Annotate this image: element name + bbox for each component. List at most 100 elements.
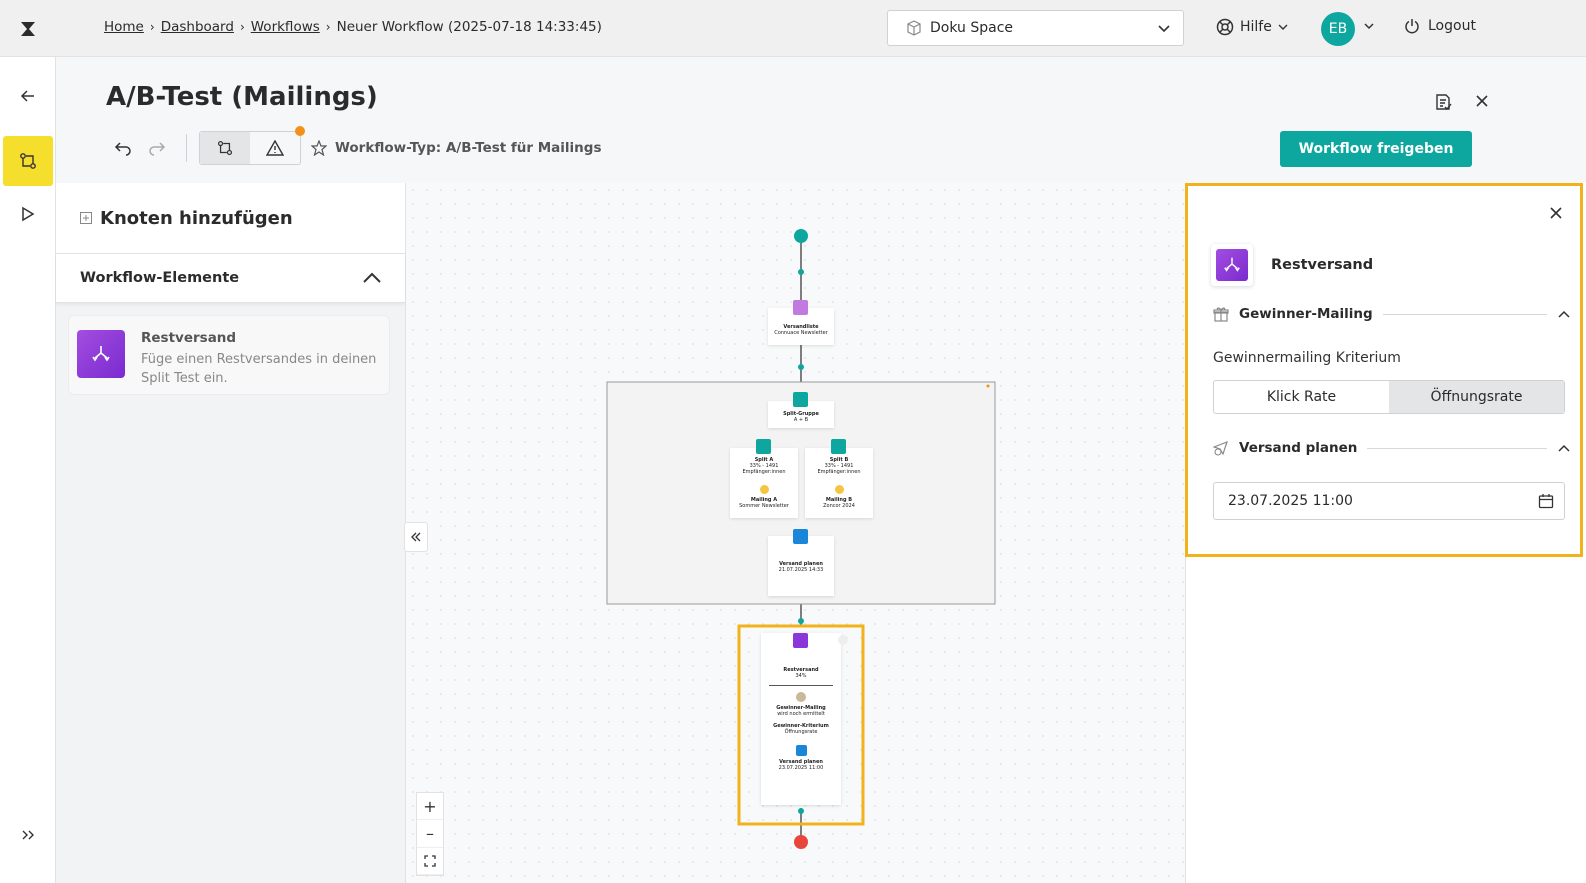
- winner-section-title: Gewinner-Mailing: [1239, 306, 1373, 322]
- chevron-right-icon: ›: [325, 20, 331, 34]
- list-node[interactable]: Versandliste Connuace Newsletter: [768, 300, 834, 345]
- send-clock-icon: [1213, 440, 1228, 456]
- collapse-panel-button[interactable]: [404, 522, 428, 552]
- mailing-a-sub: Sommer Newsletter: [739, 503, 789, 509]
- undo-button[interactable]: [106, 131, 140, 165]
- connector-dot[interactable]: [798, 269, 804, 275]
- breadcrumb-dashboard[interactable]: Dashboard: [161, 19, 234, 35]
- split-icon: [77, 330, 125, 378]
- node-library-panel: Knoten hinzufügen Workflow-Elemente Rest…: [56, 183, 406, 883]
- split-b-icon: [831, 439, 846, 454]
- connector-dot[interactable]: [798, 364, 804, 370]
- logout-button[interactable]: Logout: [1404, 18, 1476, 34]
- breadcrumb-workflows[interactable]: Workflows: [251, 19, 320, 35]
- workflow-elements-section[interactable]: Workflow-Elemente: [56, 254, 405, 303]
- chevron-right-icon: ›: [239, 20, 245, 34]
- warning-icon: [266, 140, 284, 156]
- toolbar-divider: [186, 134, 187, 162]
- end-node[interactable]: [794, 835, 808, 849]
- close-icon[interactable]: [1548, 205, 1564, 221]
- criterion-toggle: Klick Rate Öffnungsrate: [1213, 380, 1565, 414]
- split-icon: [793, 633, 808, 648]
- power-icon: [1405, 19, 1419, 34]
- app-logo[interactable]: [0, 0, 56, 57]
- chevron-down-icon: [1158, 25, 1170, 33]
- workflow-nav-button[interactable]: [3, 136, 53, 186]
- split-icon: [1211, 244, 1253, 286]
- fit-view-button[interactable]: [417, 848, 443, 875]
- chevron-down-icon: [1278, 24, 1288, 30]
- split-group-node[interactable]: Split-Gruppe A + B: [768, 392, 834, 428]
- space-select-value: Doku Space: [930, 20, 1014, 36]
- release-workflow-button[interactable]: Workflow freigeben: [1280, 131, 1472, 167]
- schedule-section-title: Versand planen: [1239, 440, 1358, 456]
- rest-schedule-sub: 23.07.2025 11:00: [778, 765, 824, 771]
- rest-winner-sub: wird noch ermittelt: [777, 711, 825, 717]
- restversand-node[interactable]: Restversand 34% Gewinner-Mailing wird no…: [761, 633, 848, 805]
- avatar[interactable]: EB: [1321, 12, 1355, 46]
- warnings-button[interactable]: [250, 132, 300, 164]
- card-description: Füge einen Restversandes in deinen Split…: [141, 352, 377, 386]
- close-icon[interactable]: [1474, 93, 1490, 109]
- space-select[interactable]: Doku Space: [887, 10, 1184, 46]
- trash-icon[interactable]: [838, 635, 848, 645]
- winner-mailing-section[interactable]: Gewinner-Mailing: [1213, 306, 1571, 322]
- view-toggle: [199, 126, 305, 165]
- start-node[interactable]: [794, 229, 808, 243]
- mailing-icon: [759, 485, 769, 494]
- help-label: Hilfe: [1240, 19, 1272, 35]
- schedule-section[interactable]: Versand planen: [1213, 440, 1571, 456]
- help-menu[interactable]: Hilfe: [1216, 18, 1288, 36]
- rest-criterion-sub: Öffnungsrate: [784, 729, 818, 735]
- back-button[interactable]: [3, 71, 53, 121]
- chevrons-left-icon: [411, 532, 421, 542]
- git-compare-icon: [20, 153, 36, 169]
- workflow-canvas[interactable]: Versandliste Connuace Newsletter Split-G…: [406, 183, 1185, 883]
- mailing-icon: [834, 485, 844, 494]
- connector-dot[interactable]: [798, 618, 804, 624]
- split-b-node[interactable]: Split B 33% - 1491 Empfänger:innen Maili…: [805, 439, 873, 518]
- chevron-up-icon: [1558, 310, 1570, 318]
- redo-button[interactable]: [140, 131, 174, 165]
- node-library-header: Knoten hinzufügen: [56, 183, 405, 254]
- save-icon[interactable]: [1434, 93, 1452, 111]
- rest-percent: 34%: [795, 673, 807, 679]
- top-bar: Home › Dashboard › Workflows › Neuer Wor…: [0, 0, 1586, 57]
- arrow-left-icon: [20, 90, 34, 102]
- expand-rail-button[interactable]: [3, 810, 53, 860]
- workflow-header: A/B-Test (Mailings) Workflow-Typ: A/B-Te…: [56, 57, 1586, 183]
- split-a-line2: Empfänger:innen: [742, 469, 786, 475]
- chevrons-right-icon: [22, 830, 34, 840]
- calendar-icon[interactable]: [1538, 493, 1554, 509]
- restversand-node-card[interactable]: Restversand Füge einen Restversandes in …: [68, 315, 390, 395]
- properties-title-label: Restversand: [1271, 257, 1374, 273]
- star-icon[interactable]: [311, 140, 327, 156]
- option-open-rate[interactable]: Öffnungsrate: [1389, 381, 1564, 413]
- schedule-date-input[interactable]: 23.07.2025 11:00: [1213, 482, 1565, 520]
- zoom-out-button[interactable]: –: [417, 820, 443, 848]
- split-a-node[interactable]: Split A 33% - 1491 Empfänger:innen Maili…: [730, 439, 798, 518]
- chevron-down-icon[interactable]: [1363, 20, 1375, 32]
- criterion-label: Gewinnermailing Kriterium: [1213, 350, 1401, 366]
- zoom-in-button[interactable]: +: [417, 793, 443, 821]
- logout-label: Logout: [1428, 18, 1476, 34]
- card-title: Restversand: [141, 330, 237, 346]
- schedule-node[interactable]: Versand planen 21.07.2025 14:33: [768, 529, 834, 596]
- option-click-rate[interactable]: Klick Rate: [1214, 381, 1389, 413]
- run-button[interactable]: [3, 189, 53, 239]
- split-a-icon: [756, 439, 771, 454]
- connector-dot[interactable]: [798, 808, 804, 814]
- plus-square-icon: [80, 212, 92, 224]
- node-library-title: Knoten hinzufügen: [100, 207, 293, 229]
- workflow-type: Workflow-Typ: A/B-Test für Mailings: [311, 140, 602, 156]
- redo-icon: [149, 142, 166, 156]
- properties-title: Restversand: [1211, 244, 1373, 286]
- page-title: A/B-Test (Mailings): [106, 82, 378, 112]
- list-node-sub: Connuace Newsletter: [774, 330, 828, 336]
- chevron-up-icon: [363, 272, 381, 283]
- zoom-controls: + –: [416, 792, 444, 876]
- workflow-view-button[interactable]: [200, 132, 250, 164]
- breadcrumb-home[interactable]: Home: [104, 19, 144, 35]
- schedule-icon: [795, 745, 807, 756]
- divider: [769, 685, 833, 686]
